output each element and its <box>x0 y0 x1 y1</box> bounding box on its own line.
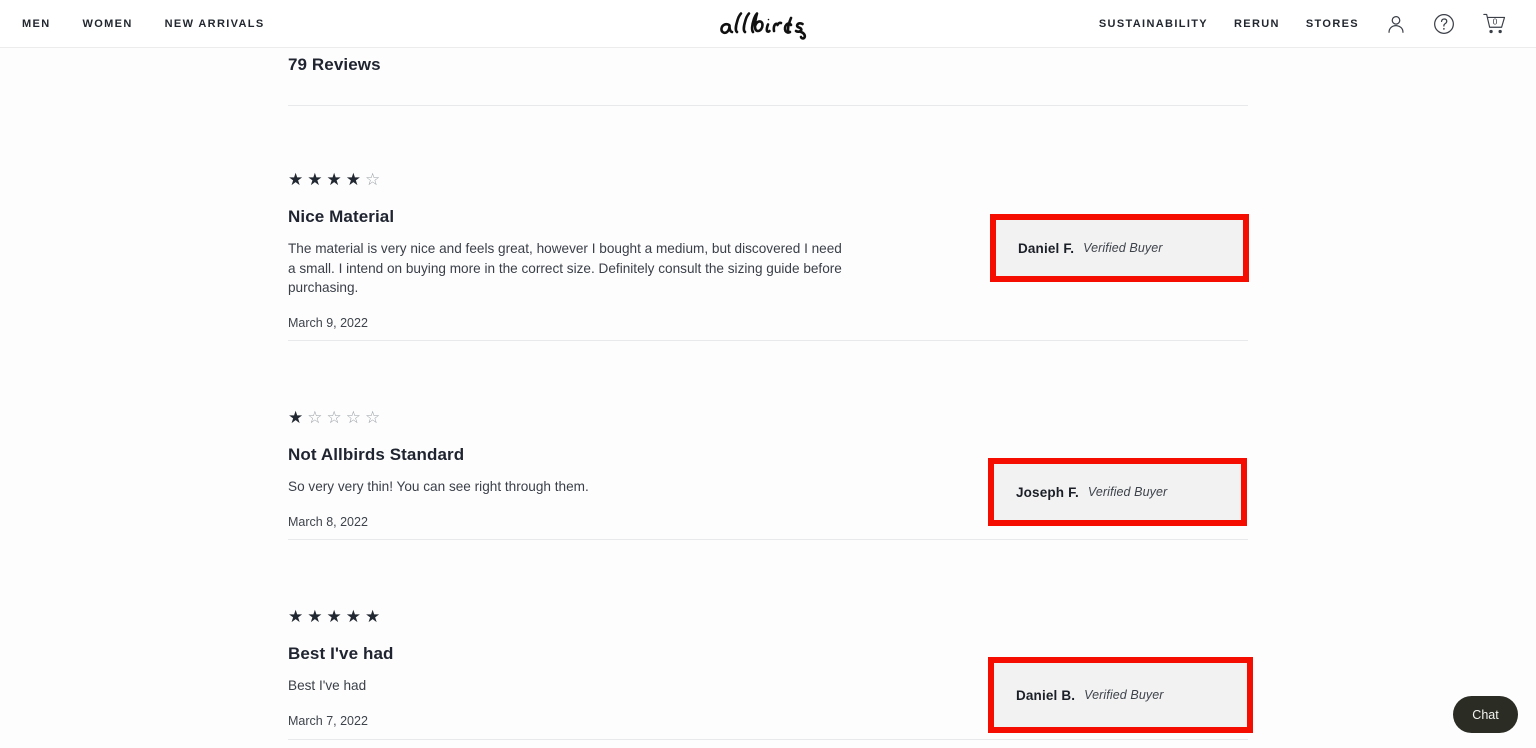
review-date: March 7, 2022 <box>288 714 368 728</box>
divider-top <box>288 105 1248 106</box>
star-filled-icon: ★ <box>365 606 381 626</box>
star-empty-icon: ☆ <box>365 407 381 427</box>
review-title: Not Allbirds Standard <box>288 445 465 464</box>
nav-women[interactable]: WOMEN <box>83 18 133 30</box>
verified-buyer-label: Verified Buyer <box>1084 688 1164 702</box>
reviews-count-heading: 79 Reviews <box>288 55 381 74</box>
star-rating: ★ ☆ ☆ ☆ ☆ <box>288 408 380 426</box>
shopping-cart-icon: 0 <box>1483 13 1506 33</box>
verified-buyer-label: Verified Buyer <box>1083 241 1163 255</box>
user-icon <box>1388 15 1404 33</box>
star-filled-icon: ★ <box>307 169 323 189</box>
nav-rerun[interactable]: RERUN <box>1234 18 1280 30</box>
star-empty-icon: ☆ <box>365 169 381 189</box>
reviews-container: 79 Reviews ★ ★ ★ ★ ☆ Nice Material The m… <box>288 48 1253 740</box>
star-rating: ★ ★ ★ ★ ☆ <box>288 170 380 188</box>
star-empty-icon: ☆ <box>345 407 361 427</box>
site-header: MEN WOMEN NEW ARRIVALS SUSTAINABILITY RE… <box>0 0 1536 48</box>
nav-stores[interactable]: STORES <box>1306 18 1359 30</box>
reviewer-name: Daniel F. <box>1018 240 1075 256</box>
star-empty-icon: ☆ <box>307 407 323 427</box>
review-body: So very very thin! You can see right thr… <box>288 479 589 494</box>
chat-button-label: Chat <box>1472 707 1499 722</box>
reviewer-name: Daniel B. <box>1016 687 1076 703</box>
divider-review-1 <box>288 340 1248 341</box>
reviewer-highlight-box: Joseph F. Verified Buyer <box>988 458 1247 526</box>
allbirds-wordmark-icon <box>720 11 807 40</box>
nav-sustainability[interactable]: SUSTAINABILITY <box>1099 18 1208 30</box>
review-date: March 8, 2022 <box>288 515 368 529</box>
allbirds-logo[interactable] <box>718 7 818 41</box>
divider-review-2 <box>288 539 1248 540</box>
reviewer-highlight-box: Daniel F. Verified Buyer <box>990 214 1249 282</box>
cart-button[interactable]: 0 <box>1481 12 1508 36</box>
star-filled-icon: ★ <box>288 169 304 189</box>
primary-nav-left: MEN WOMEN NEW ARRIVALS <box>22 18 265 30</box>
review-date: March 9, 2022 <box>288 316 368 330</box>
star-filled-icon: ★ <box>345 169 361 189</box>
review-title: Nice Material <box>288 207 395 226</box>
star-filled-icon: ★ <box>326 169 342 189</box>
star-filled-icon: ★ <box>288 407 304 427</box>
star-rating: ★ ★ ★ ★ ★ <box>288 607 380 625</box>
star-filled-icon: ★ <box>307 606 323 626</box>
account-button[interactable] <box>1385 13 1407 35</box>
nav-new-arrivals[interactable]: NEW ARRIVALS <box>165 18 265 30</box>
star-filled-icon: ★ <box>345 606 361 626</box>
help-button[interactable] <box>1433 13 1455 35</box>
star-filled-icon: ★ <box>288 606 304 626</box>
reviewer-highlight-box: Daniel B. Verified Buyer <box>988 657 1253 733</box>
nav-men[interactable]: MEN <box>22 18 51 30</box>
primary-nav-right: SUSTAINABILITY RERUN STORES 0 <box>1099 12 1508 36</box>
chat-button[interactable]: Chat <box>1453 696 1518 733</box>
star-empty-icon: ☆ <box>326 407 342 427</box>
star-filled-icon: ★ <box>326 606 342 626</box>
divider-review-3 <box>288 739 1248 740</box>
review-body: The material is very nice and feels grea… <box>288 241 842 295</box>
review-title: Best I've had <box>288 644 394 663</box>
review-body: Best I've had <box>288 678 367 693</box>
reviews-section: 79 Reviews ★ ★ ★ ★ ☆ Nice Material The m… <box>0 48 1536 748</box>
verified-buyer-label: Verified Buyer <box>1087 485 1168 499</box>
reviewer-name: Joseph F. <box>1016 484 1079 500</box>
question-mark-circle-icon <box>1434 13 1454 34</box>
cart-count: 0 <box>1493 16 1498 26</box>
